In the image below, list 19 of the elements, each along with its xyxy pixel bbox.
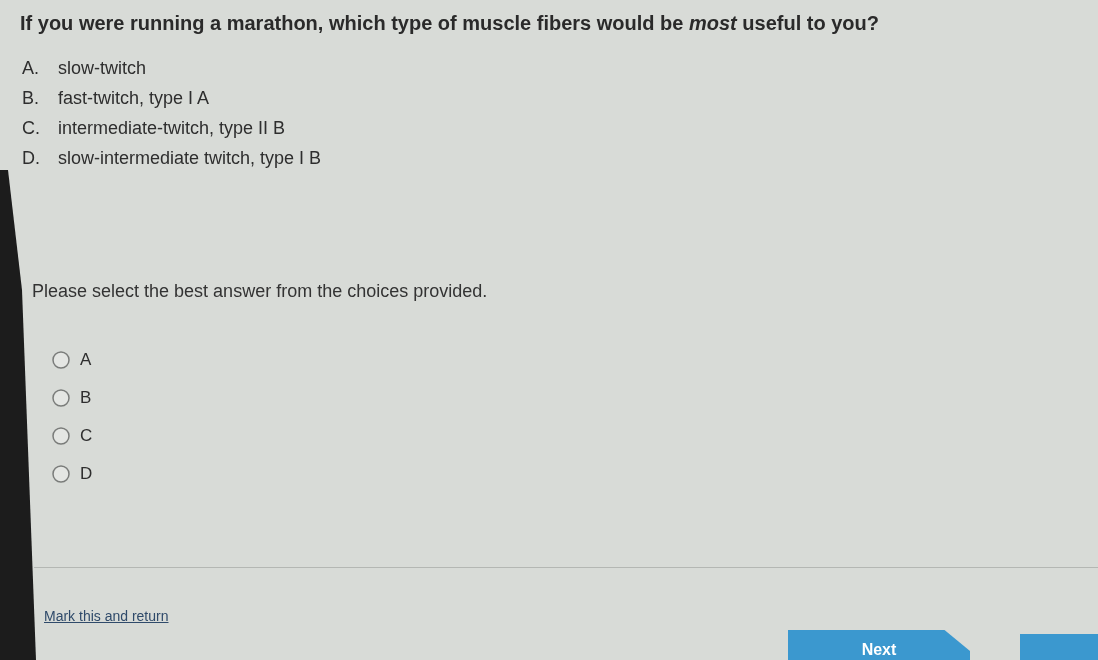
radio-button[interactable] <box>52 350 70 369</box>
option-letter: A. <box>22 56 40 80</box>
option-text: slow-intermediate twitch, type I B <box>58 146 322 170</box>
mark-and-return-link[interactable]: Mark this and return <box>44 608 169 624</box>
option-letter: B. <box>22 86 40 110</box>
radio-button[interactable] <box>52 464 70 483</box>
option-letter: D. <box>22 146 41 170</box>
instruction-text: Please select the best answer from the choices provided. <box>31 280 489 303</box>
choice-label: A <box>80 348 92 371</box>
option-text: intermediate-twitch, type II B <box>58 116 286 140</box>
choice-label: C <box>80 424 93 447</box>
radio-button[interactable] <box>52 426 70 445</box>
question-text: If you were running a marathon, which type of muscle fibers would be most useful to you? <box>19 11 880 36</box>
choice-label: D <box>80 462 93 485</box>
option-text: fast-twitch, type I A <box>58 86 210 110</box>
radio-button[interactable] <box>52 388 70 407</box>
choice-label: B <box>80 386 92 409</box>
option-letter: C. <box>22 116 41 140</box>
option-text: slow-twitch <box>58 56 146 80</box>
